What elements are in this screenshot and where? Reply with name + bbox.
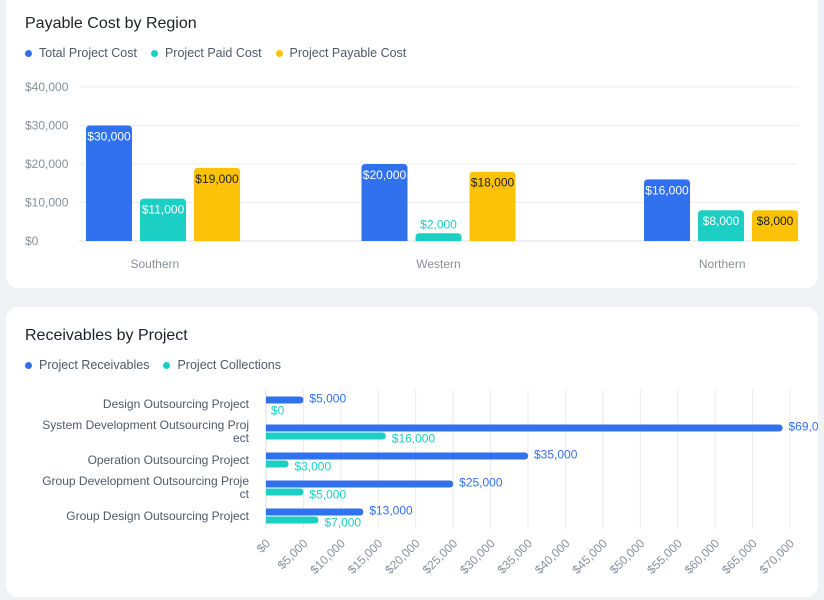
payable-cost-legend: Total Project Cost Project Paid Cost Pro… bbox=[25, 46, 406, 60]
y-tick-label: System Development Outsourcing Proj bbox=[42, 418, 249, 432]
x-tick-label: $40,000 bbox=[532, 536, 573, 577]
x-tick-label: $10,000 bbox=[307, 536, 348, 577]
bar bbox=[266, 396, 304, 404]
payable-cost-card: $0 $10,000 $20,000 $30,000 $40,000 $30,000 $11… bbox=[6, 0, 818, 288]
payable-cost-title: Payable Cost by Region bbox=[25, 15, 197, 32]
y-tick-label: $20,000 bbox=[25, 157, 69, 171]
legend-item-receivables[interactable]: Project Receivables bbox=[25, 358, 149, 372]
y-tick-label: Group Development Outsourcing Proje bbox=[42, 474, 249, 488]
x-tick-label: $15,000 bbox=[345, 536, 386, 577]
legend-item-collections[interactable]: Project Collections bbox=[163, 358, 281, 372]
bar-data-label: $19,000 bbox=[195, 172, 239, 186]
bar-data-label: $18,000 bbox=[471, 176, 515, 190]
receivables-chart: $0 $5,000$10,000$15,000$20,000$25,000$30,… bbox=[42, 389, 818, 577]
x-tick-label: $45,000 bbox=[569, 536, 610, 577]
y-tick-label: $40,000 bbox=[25, 80, 69, 94]
bar-data-label: $16,000 bbox=[645, 183, 689, 197]
y-tick-label: ect bbox=[233, 431, 250, 445]
y-tick-label: $30,000 bbox=[25, 119, 69, 133]
bar bbox=[266, 488, 304, 496]
receivables-title: Receivables by Project bbox=[25, 327, 188, 344]
x-tick-label: $55,000 bbox=[644, 536, 685, 577]
payable-cost-chart: $0 $10,000 $20,000 $30,000 $40,000 $30,000 $11… bbox=[25, 80, 798, 271]
x-tick-label: $65,000 bbox=[719, 536, 760, 577]
bar-data-label: $8,000 bbox=[757, 214, 794, 228]
legend-item-total-cost[interactable]: Total Project Cost bbox=[25, 46, 137, 60]
x-tick-label: $70,000 bbox=[757, 536, 798, 577]
bar-data-label: $13,000 bbox=[369, 504, 413, 518]
bar-data-label: $5,000 bbox=[309, 392, 346, 406]
bar-data-label: $30,000 bbox=[87, 130, 131, 144]
legend-dot-total-icon bbox=[25, 49, 32, 57]
bar-data-label: $25,000 bbox=[459, 476, 503, 490]
y-tick-label: ct bbox=[240, 487, 250, 501]
legend-label-receivables: Project Receivables bbox=[39, 358, 150, 372]
y-tick-label: $10,000 bbox=[25, 196, 69, 210]
bar bbox=[266, 480, 454, 488]
bar bbox=[266, 460, 289, 468]
receivables-legend: Project Receivables Project Collections bbox=[25, 358, 281, 372]
y-tick-label: Group Design Outsourcing Project bbox=[66, 509, 249, 523]
bar bbox=[266, 516, 319, 524]
legend-dot-collections-icon bbox=[163, 361, 171, 369]
legend-dot-payable-icon bbox=[275, 49, 283, 57]
bar-data-label: $69,0 bbox=[789, 420, 818, 434]
x-tick-label: $30,000 bbox=[457, 536, 498, 577]
x-tick-label: $35,000 bbox=[495, 536, 536, 577]
x-tick-label: $20,000 bbox=[382, 536, 423, 577]
bar-data-label: $3,000 bbox=[294, 460, 331, 474]
bar-data-label: $35,000 bbox=[534, 448, 578, 462]
bar-data-label: $11,000 bbox=[142, 203, 185, 217]
legend-item-payable-cost[interactable]: Project Payable Cost bbox=[275, 46, 407, 60]
bar bbox=[415, 233, 462, 241]
legend-label-payable-cost: Project Payable Cost bbox=[289, 46, 407, 60]
y-tick-label: Design Outsourcing Project bbox=[103, 397, 250, 411]
legend-label-total-cost: Total Project Cost bbox=[39, 46, 137, 60]
x-tick-label: Western bbox=[416, 257, 460, 271]
x-tick-label: Northern bbox=[699, 257, 746, 271]
receivables-card: $0 $5,000 $10,000 $15,000 $20,000 $25,000 $30,… bbox=[6, 307, 818, 597]
bar-data-label: $7,000 bbox=[324, 516, 361, 530]
bar-data-label: $16,000 bbox=[392, 432, 436, 446]
bar-data-label: $0 bbox=[271, 404, 285, 418]
legend-dot-receivables-icon bbox=[25, 361, 32, 369]
y-tick-label: $0 bbox=[25, 234, 39, 248]
x-tick-label: $5,000 bbox=[275, 536, 311, 572]
x-tick-label: $0 bbox=[254, 536, 274, 556]
bar bbox=[266, 432, 386, 440]
bar-data-label: $5,000 bbox=[309, 488, 346, 502]
y-tick-label: Operation Outsourcing Project bbox=[88, 453, 250, 467]
x-tick-label: Southern bbox=[130, 257, 179, 271]
bar-data-label: $8,000 bbox=[703, 214, 740, 228]
legend-item-paid-cost[interactable]: Project Paid Cost bbox=[150, 46, 262, 60]
bar-data-label: $20,000 bbox=[363, 168, 407, 182]
x-tick-label: $25,000 bbox=[420, 536, 461, 577]
bar bbox=[266, 508, 364, 516]
bar bbox=[266, 452, 528, 460]
bar-data-label: $2,000 bbox=[420, 217, 457, 231]
legend-dot-paid-icon bbox=[150, 49, 158, 57]
x-tick-label: $50,000 bbox=[607, 536, 648, 577]
bar bbox=[266, 424, 783, 432]
legend-label-collections: Project Collections bbox=[177, 358, 281, 372]
x-tick-label: $60,000 bbox=[682, 536, 723, 577]
legend-label-paid-cost: Project Paid Cost bbox=[164, 46, 262, 60]
